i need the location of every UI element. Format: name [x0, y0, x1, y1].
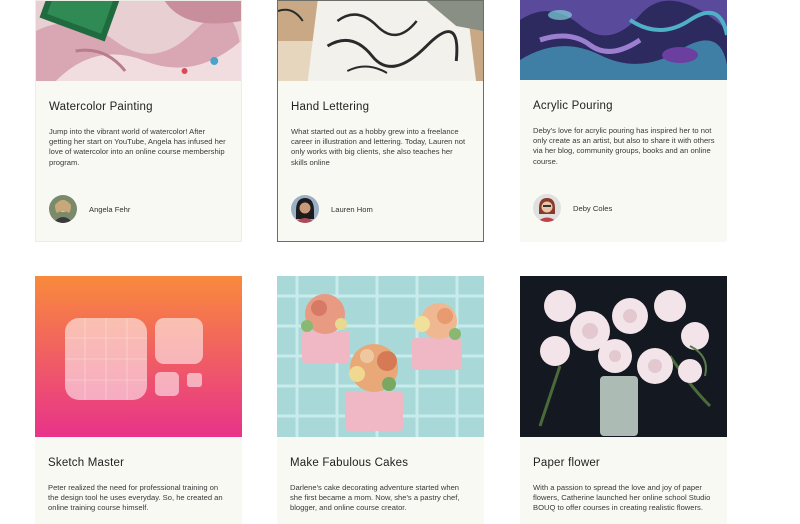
hand-lettering-photo [278, 1, 483, 81]
card-description: Deby's love for acrylic pouring has insp… [533, 126, 715, 166]
card-description: What started out as a hobby grew into a … [291, 127, 466, 167]
avatar [291, 195, 319, 223]
card-title[interactable]: Hand Lettering [291, 101, 473, 113]
avatar [49, 195, 77, 223]
course-card-hand-lettering[interactable]: Hand Lettering What started out as a hob… [277, 0, 484, 242]
avatar [533, 194, 561, 222]
card-description: Jump into the vibrant world of watercolo… [49, 127, 226, 167]
author-name: Deby Coles [573, 203, 613, 213]
watercolor-photo [36, 1, 241, 81]
card-title[interactable]: Make Fabulous Cakes [290, 457, 474, 469]
course-card-acrylic-pouring[interactable]: Acrylic Pouring Deby's love for acrylic … [520, 0, 727, 242]
author: Angela Fehr [49, 195, 130, 223]
course-card-watercolor[interactable]: Watercolor Painting Jump into the vibran… [35, 0, 242, 242]
course-card-sketch-master[interactable]: Sketch Master Peter realized the need fo… [35, 276, 242, 524]
course-card-fabulous-cakes[interactable]: Make Fabulous Cakes Darlene's cake decor… [277, 276, 484, 524]
card-description: Darlene's cake decorating adventure star… [290, 483, 460, 513]
sketch-app-icon [35, 276, 242, 437]
course-card-paper-flower[interactable]: Paper flower With a passion to spread th… [520, 276, 727, 524]
author-name: Lauren Hom [331, 204, 373, 214]
author: Lauren Hom [291, 195, 373, 223]
author-name: Angela Fehr [89, 204, 131, 214]
card-description: With a passion to spread the love and jo… [533, 483, 711, 513]
card-description: Peter realized the need for professional… [48, 483, 223, 513]
card-title[interactable]: Acrylic Pouring [533, 100, 717, 112]
acrylic-pour-photo [520, 0, 727, 80]
paper-flowers-photo [520, 276, 727, 437]
card-title[interactable]: Paper flower [533, 457, 717, 469]
author: Deby Coles [533, 194, 612, 222]
card-title[interactable]: Watercolor Painting [49, 101, 231, 113]
cupcakes-photo [277, 276, 484, 437]
card-title[interactable]: Sketch Master [48, 457, 232, 469]
